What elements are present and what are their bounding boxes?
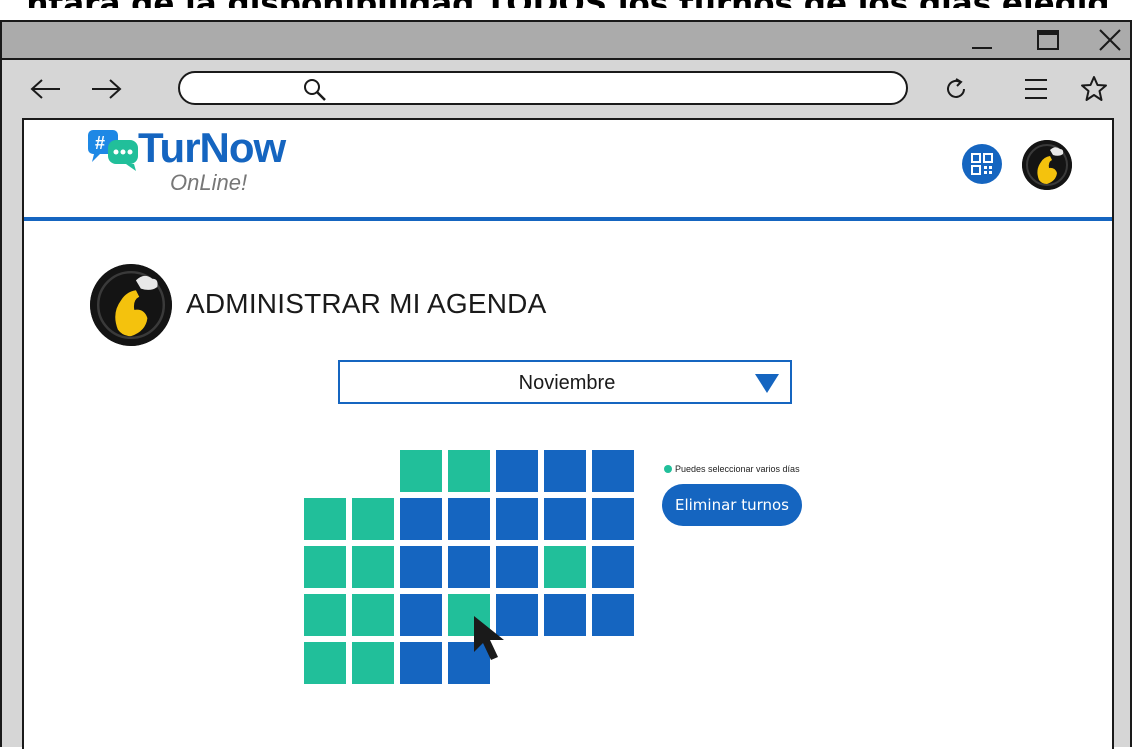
calendar-day[interactable] — [448, 546, 490, 588]
calendar-day[interactable] — [592, 450, 634, 492]
chat-bubbles-icon: # — [88, 130, 138, 171]
calendar-day[interactable] — [544, 594, 586, 636]
close-icon[interactable] — [1088, 22, 1132, 58]
maximize-icon[interactable] — [1026, 22, 1070, 58]
calendar-day[interactable] — [544, 546, 586, 588]
calendar-day[interactable] — [304, 498, 346, 540]
calendar-day[interactable] — [592, 594, 634, 636]
calendar-day[interactable] — [544, 450, 586, 492]
info-icon — [664, 465, 672, 473]
calendar-day[interactable] — [400, 594, 442, 636]
calendar-day[interactable] — [496, 450, 538, 492]
calendar-day[interactable] — [592, 498, 634, 540]
calendar-day[interactable] — [352, 498, 394, 540]
calendar-day[interactable] — [448, 450, 490, 492]
mouse-pointer-icon — [474, 616, 504, 660]
browser-window: # TurNow OnLine! ADMINISTRAR MI AGENDA N… — [0, 20, 1132, 749]
month-dropdown[interactable]: Noviembre — [338, 360, 792, 404]
qr-code-icon[interactable] — [962, 144, 1002, 184]
minimize-icon[interactable] — [960, 22, 1004, 58]
page-title: ADMINISTRAR MI AGENDA — [186, 288, 547, 319]
calendar-day[interactable] — [352, 642, 394, 684]
profile-avatar — [90, 264, 172, 346]
page-viewport: # TurNow OnLine! ADMINISTRAR MI AGENDA N… — [22, 118, 1114, 749]
svg-text:#: # — [95, 133, 105, 153]
calendar-day[interactable] — [496, 546, 538, 588]
star-icon[interactable] — [1076, 72, 1112, 106]
user-avatar[interactable] — [1022, 140, 1072, 190]
hamburger-menu-icon[interactable] — [1018, 72, 1054, 106]
calendar-day[interactable] — [544, 498, 586, 540]
calendar-day[interactable] — [304, 594, 346, 636]
calendar-day[interactable] — [496, 498, 538, 540]
logo-subtext: OnLine! — [170, 170, 248, 195]
arrow-left-icon[interactable] — [28, 72, 64, 106]
arrow-right-icon[interactable] — [88, 72, 124, 106]
calendar-day[interactable] — [400, 546, 442, 588]
top-caption-text: ntará de la disponibilidad TODOS los tur… — [0, 0, 1136, 8]
hint-text: Puedes seleccionar varios días — [664, 464, 800, 474]
calendar-day[interactable] — [448, 498, 490, 540]
logo-text: TurNow — [138, 124, 286, 171]
calendar-day[interactable] — [592, 546, 634, 588]
hint-label: Puedes seleccionar varios días — [675, 464, 800, 474]
browser-navbar — [2, 60, 1130, 118]
address-bar[interactable] — [178, 71, 908, 105]
window-titlebar — [2, 22, 1130, 60]
delete-turns-button[interactable]: Eliminar turnos — [662, 484, 802, 526]
app-header: # TurNow OnLine! — [24, 120, 1112, 221]
calendar-day[interactable] — [304, 642, 346, 684]
calendar-day[interactable] — [400, 642, 442, 684]
turnow-logo[interactable]: # TurNow OnLine! — [86, 124, 346, 206]
month-selected-value: Noviembre — [518, 372, 616, 394]
calendar-day[interactable] — [352, 546, 394, 588]
calendar-day[interactable] — [304, 546, 346, 588]
calendar-day[interactable] — [400, 498, 442, 540]
search-icon — [302, 77, 328, 108]
reload-icon[interactable] — [938, 72, 974, 106]
calendar-day[interactable] — [400, 450, 442, 492]
calendar-day[interactable] — [352, 594, 394, 636]
chevron-down-icon — [755, 374, 779, 393]
address-input[interactable] — [330, 77, 874, 101]
